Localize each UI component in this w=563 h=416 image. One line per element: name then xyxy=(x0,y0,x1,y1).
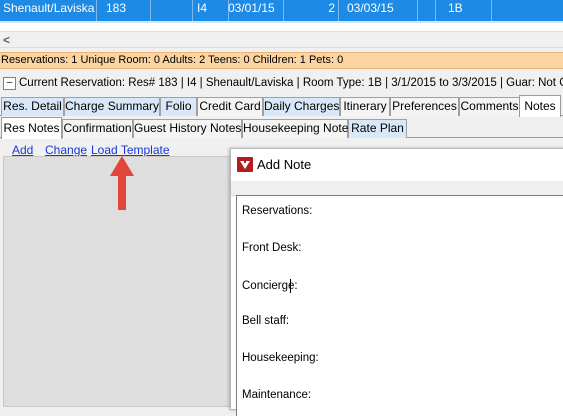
tab-res-detail[interactable]: Res. Detail xyxy=(1,97,64,116)
add-link[interactable]: Add xyxy=(12,143,33,157)
grid-cell-blank-1[interactable] xyxy=(140,0,193,21)
tab-itinerary[interactable]: Itinerary xyxy=(340,97,390,116)
subtab-res-notes[interactable]: Res Notes xyxy=(1,117,62,139)
horizontal-scrollbar[interactable]: < xyxy=(0,31,563,48)
tab-daily-charges[interactable]: Daily Charges xyxy=(263,97,340,116)
note-line-bell-staff: Bell staff: xyxy=(242,315,290,327)
notes-subtabs: Res Notes Confirmation Guest History Not… xyxy=(0,117,563,139)
tab-preferences[interactable]: Preferences xyxy=(390,97,459,116)
reservation-grid-row-selected[interactable]: Shenault/Laviska 183 I4 03/01/15 2 03/03… xyxy=(0,0,563,21)
dialog-titlebar[interactable]: Add Note xyxy=(231,149,563,181)
reservation-tabs: Res. Detail Charge Summary Folio Credit … xyxy=(0,95,563,117)
tab-folio[interactable]: Folio xyxy=(160,97,197,116)
tab-comments[interactable]: Comments xyxy=(459,97,520,116)
note-line-maintenance: Maintenance: xyxy=(242,389,312,401)
change-link[interactable]: Change xyxy=(45,143,87,157)
dialog-toolbar-strip xyxy=(231,181,563,196)
note-line-front-desk: Front Desk: xyxy=(242,242,302,254)
grid-empty-area xyxy=(0,23,563,31)
grid-cell-blank-3[interactable] xyxy=(478,0,563,21)
add-note-dialog: Add Note Reservations: Front Desk: Conci… xyxy=(230,148,563,416)
subtab-guest-history-notes[interactable]: Guest History Notes xyxy=(133,119,242,138)
note-text-area[interactable]: Reservations: Front Desk: Concierge: Bel… xyxy=(236,195,563,416)
note-line-housekeeping: Housekeeping: xyxy=(242,352,319,364)
grid-cell-blank-2[interactable] xyxy=(405,0,436,21)
grid-cell-arrival[interactable]: 03/01/15 xyxy=(223,0,284,21)
tab-credit-card[interactable]: Credit Card xyxy=(197,97,263,116)
reservation-summary-bar: Reservations: 1 Unique Room: 0 Adults: 2… xyxy=(0,52,563,69)
scroll-left-arrow-icon[interactable]: < xyxy=(3,34,15,46)
subtab-confirmation[interactable]: Confirmation xyxy=(62,119,133,138)
text-cursor xyxy=(290,279,291,293)
current-reservation-text: Current Reservation: Res# 183 | I4 | She… xyxy=(19,77,563,89)
tab-charge-summary[interactable]: Charge Summary xyxy=(64,97,160,116)
note-line-reservations: Reservations: xyxy=(242,205,313,217)
subtab-housekeeping-notes[interactable]: Housekeeping Notes xyxy=(242,119,354,138)
dialog-title: Add Note xyxy=(257,157,312,172)
grid-cell-guest-name[interactable]: Shenault/Laviska xyxy=(3,0,97,21)
grid-cell-nights[interactable]: 2 xyxy=(278,0,339,21)
collapse-icon[interactable]: – xyxy=(3,77,16,90)
red-arrow-annotation-icon xyxy=(110,156,134,210)
current-reservation-header: – Current Reservation: Res# 183 | I4 | S… xyxy=(0,74,563,94)
subtab-rate-plan[interactable]: Rate Plan xyxy=(348,119,407,138)
app-icon xyxy=(237,157,253,172)
tab-notes[interactable]: Notes xyxy=(519,95,561,117)
